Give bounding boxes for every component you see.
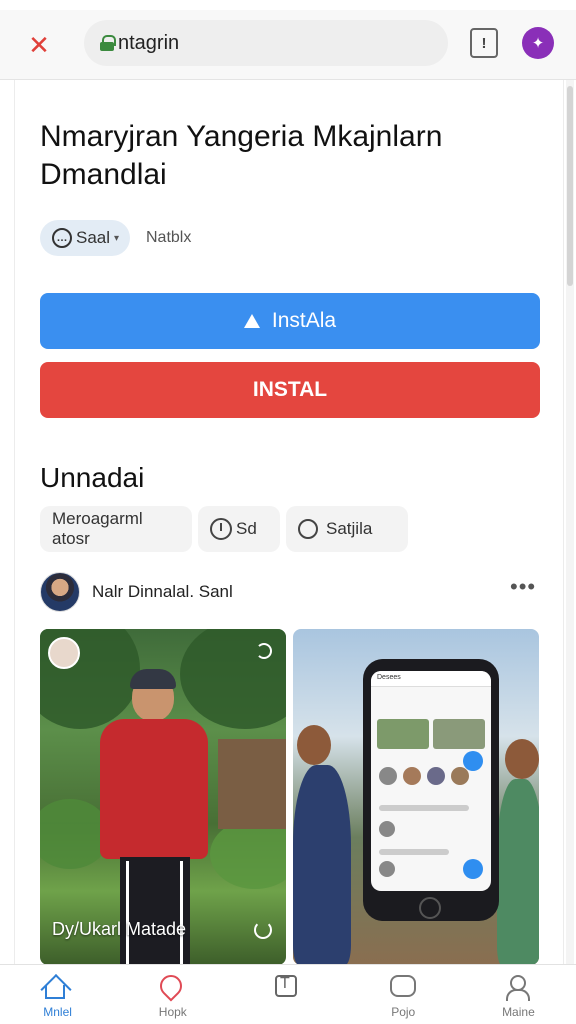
circle-icon bbox=[298, 519, 318, 539]
home-icon bbox=[44, 985, 65, 999]
photo-card-left[interactable]: Dy/Ukarl Matade bbox=[40, 629, 286, 965]
filter-chip-1[interactable]: Meroagarml atosr bbox=[40, 506, 192, 552]
author-name[interactable]: Nalr Dinnalal. Sanl bbox=[92, 582, 233, 602]
child-figure bbox=[497, 779, 539, 965]
filter-chip-2[interactable]: Sd bbox=[198, 506, 280, 552]
browser-toolbar: ✕ ntagrin ! ✦ bbox=[0, 10, 576, 80]
gamepad-icon bbox=[390, 975, 417, 997]
close-icon[interactable]: ✕ bbox=[22, 28, 56, 62]
filter-chip-3-label: Satjila bbox=[326, 519, 373, 538]
phone-home-button bbox=[419, 897, 441, 919]
house-shape bbox=[218, 739, 286, 829]
text-box-icon bbox=[275, 975, 297, 997]
more-options-icon[interactable]: ••• bbox=[510, 576, 540, 602]
profile-icon bbox=[505, 975, 531, 1001]
triangle-up-icon bbox=[243, 314, 260, 328]
install-primary-label: InstAla bbox=[271, 309, 337, 332]
bush bbox=[210, 819, 286, 889]
nav-item-label: Hopk bbox=[158, 1005, 187, 1019]
nav-item-text[interactable] bbox=[230, 965, 345, 1024]
phone-screen: Desees bbox=[371, 671, 491, 891]
expand-icon[interactable] bbox=[256, 643, 272, 659]
heart-icon bbox=[155, 970, 187, 1002]
url-text: ntagrin bbox=[118, 31, 180, 54]
nav-item-profile[interactable]: Maine bbox=[461, 965, 576, 1024]
child-head bbox=[297, 725, 331, 765]
smartphone-image: Desees bbox=[363, 659, 499, 921]
nav-item-games[interactable]: Pojo bbox=[346, 965, 461, 1024]
reviews-chip[interactable]: … Saal ▾ bbox=[40, 220, 130, 256]
author-avatar[interactable] bbox=[40, 572, 80, 612]
filter-chip-1-label: Meroagarml atosr bbox=[52, 509, 143, 548]
child-figure bbox=[293, 765, 351, 965]
nav-item-label: Maine bbox=[502, 1005, 535, 1019]
filter-chip-2-label: Sd bbox=[236, 519, 257, 538]
scrollbar-thumb[interactable] bbox=[567, 86, 573, 286]
profile-avatar-button[interactable]: ✦ bbox=[522, 27, 554, 59]
app-meta: Natblx bbox=[146, 229, 192, 246]
install-button-primary[interactable]: InstAla bbox=[40, 293, 540, 349]
install-secondary-label: INSTAL bbox=[252, 378, 328, 401]
nav-item-label: Mnlel bbox=[43, 1005, 72, 1019]
section-title: Unnadai bbox=[40, 462, 145, 493]
photo-caption: Dy/Ukarl Matade bbox=[52, 919, 187, 939]
lock-icon bbox=[100, 35, 116, 51]
photo-badge-avatar bbox=[48, 637, 80, 669]
filter-chip-3[interactable]: Satjila bbox=[286, 506, 408, 552]
nav-item-home[interactable]: Mnlel bbox=[0, 965, 115, 1024]
address-bar[interactable]: ntagrin bbox=[84, 20, 448, 66]
chat-bubble-icon: … bbox=[52, 228, 72, 248]
share-icon[interactable]: ! bbox=[470, 28, 498, 58]
photo-card-right[interactable]: Desees bbox=[293, 629, 539, 965]
chevron-down-icon: ▾ bbox=[114, 232, 120, 244]
nav-item-favorites[interactable]: Hopk bbox=[115, 965, 230, 1024]
install-button-secondary[interactable]: INSTAL bbox=[40, 362, 540, 418]
page-title: Nmaryjran Yangeria Mkajnlarn Dmandlai bbox=[40, 120, 443, 191]
refresh-icon[interactable] bbox=[254, 921, 272, 939]
nav-item-label: Pojo bbox=[391, 1005, 416, 1019]
bottom-navigation: Mnlel Hopk Pojo Maine bbox=[0, 964, 576, 1024]
reviews-chip-label: Saal bbox=[76, 228, 111, 247]
child-head bbox=[505, 739, 539, 779]
clock-icon bbox=[210, 518, 232, 540]
phone-screen-title: Desees bbox=[377, 674, 401, 681]
